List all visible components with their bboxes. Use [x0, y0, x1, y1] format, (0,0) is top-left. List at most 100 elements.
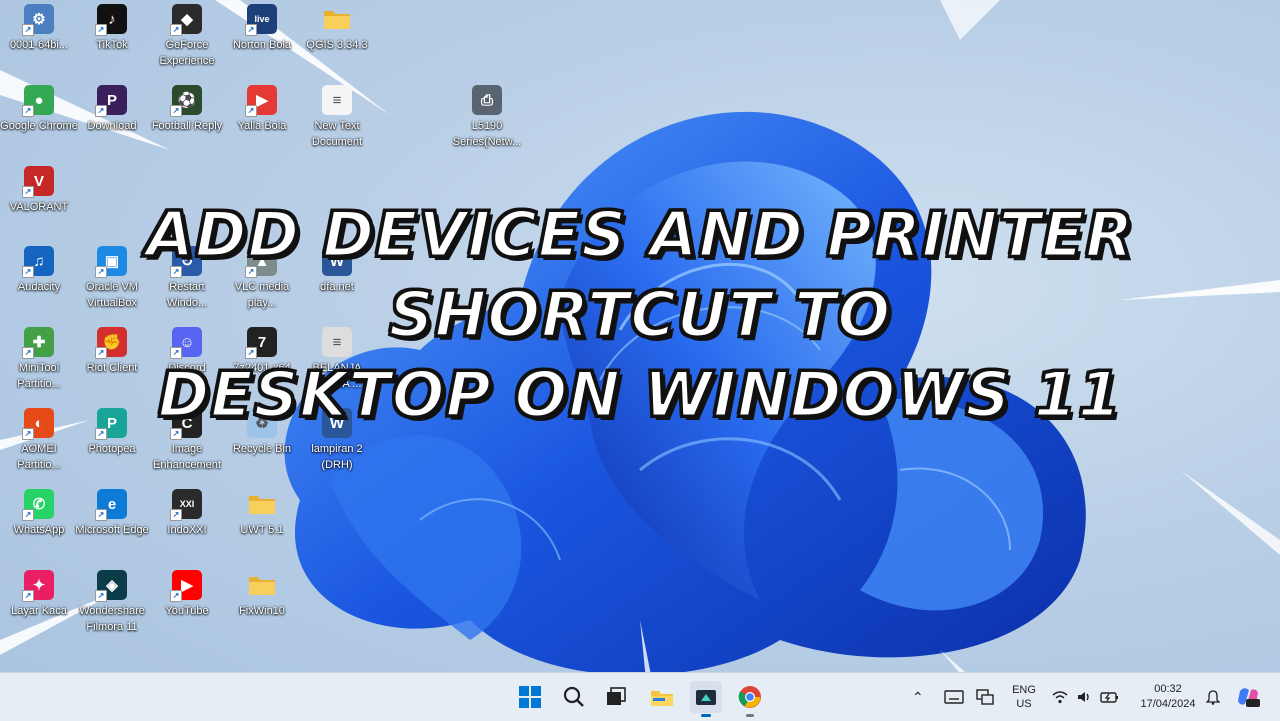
desktop-icon[interactable]: FixWin10: [223, 570, 301, 619]
input-region: US: [1016, 698, 1032, 710]
desktop-icon[interactable]: ◆ ↗ GeForce Experience: [148, 4, 226, 69]
desktop-icon-label: New Text Document: [311, 120, 363, 148]
video-title-overlay: ADD DEVICES AND PRINTER SHORTCUT TO DESK…: [0, 195, 1280, 435]
input-language-indicator[interactable]: ENG US: [1008, 673, 1040, 721]
desktop-icon-label: WhatsApp: [13, 524, 65, 536]
quick-link-button[interactable]: [976, 673, 994, 721]
shortcut-arrow-icon: ↗: [22, 509, 34, 521]
wifi-icon: [1052, 691, 1068, 704]
youtube-icon: ▶ ↗: [170, 570, 202, 602]
running-indicator: [746, 714, 754, 717]
desktop-icon[interactable]: ▶ ↗ YouTube: [148, 570, 226, 619]
layarkaca-icon: ✦ ↗: [22, 570, 54, 602]
task-view-button[interactable]: [600, 681, 632, 713]
desktop-icon[interactable]: ⚙ ↗ 0001-64bi...: [0, 4, 78, 53]
folder-icon: [247, 489, 277, 519]
desktop-icon[interactable]: ≡ New Text Document: [298, 85, 376, 150]
desktop-icon[interactable]: e ↗ Microsoft Edge: [73, 489, 151, 538]
clock[interactable]: 00:32 17/04/2024: [1130, 673, 1206, 721]
valorant-icon: V ↗: [22, 166, 54, 198]
desktop-icon[interactable]: ✆ ↗ WhatsApp: [0, 489, 78, 538]
desktop-icon-label: FixWin10: [239, 605, 285, 617]
shortcut-arrow-icon: ↗: [95, 24, 107, 36]
desktop-icon-label: Football Reply: [151, 120, 223, 132]
shortcut-arrow-icon: ↗: [170, 105, 182, 117]
desktop-icon-label: Microsoft Edge: [75, 524, 149, 536]
desktop-icon-label: Yalla Bola: [237, 120, 287, 132]
clock-time: 00:32: [1154, 683, 1182, 695]
download-icon: P ↗: [95, 85, 127, 117]
desktop-icon[interactable]: ⚽ ↗ Football Reply: [148, 85, 226, 134]
keyboard-icon: [944, 690, 964, 704]
live-icon: live ↗: [245, 4, 277, 36]
volume-icon: [1078, 692, 1089, 702]
search-button[interactable]: [558, 681, 590, 713]
desktop-icon-label: GeForce Experience: [159, 39, 215, 67]
search-icon: [563, 686, 584, 707]
desktop-icon-label: Download: [87, 120, 137, 132]
whatsapp-icon: ✆ ↗: [22, 489, 54, 521]
shortcut-arrow-icon: ↗: [22, 24, 34, 36]
text-doc-icon: ≡: [322, 85, 352, 115]
copilot-icon: [1238, 688, 1260, 707]
taskbar-file-explorer[interactable]: [646, 681, 678, 713]
desktop-icon-label: QGIS 3.34.3: [306, 39, 368, 51]
desktop-icon[interactable]: live ↗ Norton Bola: [223, 4, 301, 53]
desktop-icon-label: L5190 Series(Netw...: [452, 120, 522, 148]
input-language: ENG: [1012, 684, 1036, 696]
shortcut-arrow-icon: ↗: [95, 509, 107, 521]
desktop-icon[interactable]: XXI ↗ IndoXXI: [148, 489, 226, 538]
desktop-icon[interactable]: ✦ ↗ Layar Kaca: [0, 570, 78, 619]
edge-icon: e ↗: [95, 489, 127, 521]
desktop-icon[interactable]: UWT 5.1: [223, 489, 301, 538]
shortcut-arrow-icon: ↗: [245, 105, 257, 117]
desktop-icon-label: Recycle Bin: [232, 443, 292, 455]
chrome-icon: ● ↗: [22, 85, 54, 117]
shortcut-arrow-icon: ↗: [95, 105, 107, 117]
show-hidden-icons-button[interactable]: ⌃: [912, 673, 924, 721]
desktop-icon[interactable]: QGIS 3.34.3: [298, 4, 376, 53]
headline-line-1: ADD DEVICES AND PRINTER SHORTCUT TO: [145, 197, 1135, 353]
desktop-icon-label: YouTube: [165, 605, 209, 617]
shortcut-arrow-icon: ↗: [170, 509, 182, 521]
desktop-icon-label: Photopea: [88, 443, 136, 455]
desktop-icon-label: IndoXXI: [167, 524, 207, 536]
filmora-icon: ◈ ↗: [95, 570, 127, 602]
clock-date: 17/04/2024: [1140, 698, 1196, 710]
desktop-icon[interactable]: ♪ ↗ TikTok: [73, 4, 151, 53]
taskbar-chrome[interactable]: [734, 681, 766, 717]
shortcut-arrow-icon: ↗: [170, 24, 182, 36]
desktop-icon[interactable]: ◈ ↗ Wondershare Filmora 11: [73, 570, 151, 635]
shortcut-arrow-icon: ↗: [170, 590, 182, 602]
football-icon: ⚽ ↗: [170, 85, 202, 117]
network-volume-battery-group[interactable]: [1052, 673, 1120, 721]
desktop-icon-label: Norton Bola: [232, 39, 292, 51]
shortcut-arrow-icon: ↗: [245, 24, 257, 36]
taskbar-active-app[interactable]: [690, 681, 722, 717]
desktop-icon[interactable]: ▶ ↗ Yalla Bola: [223, 85, 301, 134]
shortcut-arrow-icon: ↗: [22, 105, 34, 117]
chevron-up-icon: ⌃: [912, 688, 924, 705]
desktop-icon-label: 0001-64bi...: [9, 39, 69, 51]
desktop-icon[interactable]: P ↗ Download: [73, 85, 151, 134]
desktop-icon[interactable]: ⎙ L5190 Series(Netw...: [448, 85, 526, 150]
tiktok-icon: ♪ ↗: [95, 4, 127, 36]
desktop-icon[interactable]: ● ↗ Google Chrome: [0, 85, 78, 134]
desktop-icon-label: Layar Kaca: [11, 605, 67, 617]
play-icon: ▶ ↗: [245, 85, 277, 117]
display-icon: [976, 689, 994, 705]
copilot-button[interactable]: [1236, 673, 1260, 721]
tv-app-icon: [696, 690, 716, 705]
start-button[interactable]: [514, 681, 546, 713]
running-indicator: [701, 714, 711, 717]
desktop-icon-label: Google Chrome: [0, 120, 78, 132]
geforce-icon: ◆ ↗: [170, 4, 202, 36]
windows-logo-icon: [519, 686, 541, 708]
desktop-icon-label: UWT 5.1: [240, 524, 284, 536]
bell-icon: [1206, 690, 1220, 705]
folder-icon: [247, 570, 277, 600]
shortcut-arrow-icon: ↗: [22, 590, 34, 602]
touch-keyboard-button[interactable]: [944, 673, 964, 721]
notifications-button[interactable]: [1206, 673, 1220, 721]
chrome-icon: [738, 686, 761, 708]
